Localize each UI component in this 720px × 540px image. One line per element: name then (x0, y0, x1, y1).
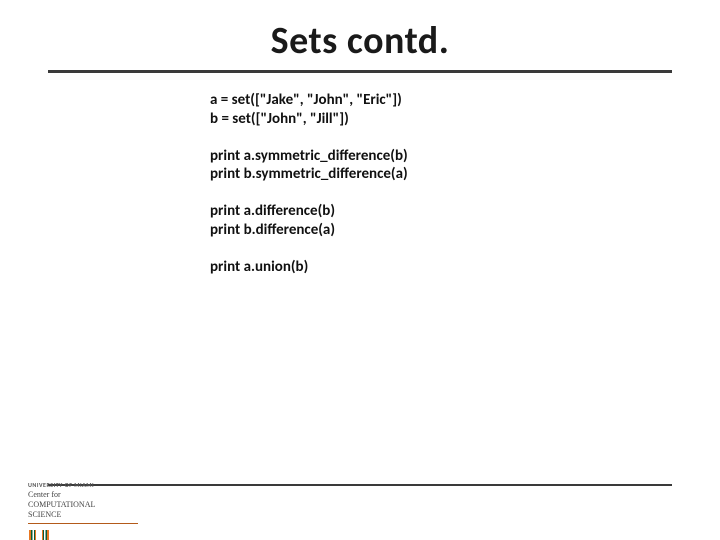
slide: Sets contd. a = set(["Jake", "John", "Er… (0, 18, 720, 540)
code-line: print b.difference(a) (210, 221, 720, 240)
footer-center-line: COMPUTATIONAL (28, 501, 138, 509)
code-line: print a.difference(b) (210, 202, 720, 221)
footer-center-line: Center for (28, 491, 138, 499)
code-block-3: print a.difference(b) print b.difference… (210, 202, 720, 240)
footer-university: UNIVERSITY OF MIAMI (28, 481, 138, 489)
code-content: a = set(["Jake", "John", "Eric"]) b = se… (210, 91, 720, 276)
footer-separator (28, 523, 138, 524)
code-line: print a.symmetric_difference(b) (210, 147, 720, 166)
footer-underline (48, 484, 672, 486)
title-underline (48, 70, 672, 73)
code-block-1: a = set(["Jake", "John", "Eric"]) b = se… (210, 91, 720, 129)
code-line: print b.symmetric_difference(a) (210, 165, 720, 184)
um-u-logo-icon (28, 530, 138, 540)
code-block-2: print a.symmetric_difference(b) print b.… (210, 147, 720, 185)
page-title: Sets contd. (0, 18, 720, 64)
footer: UNIVERSITY OF MIAMI Center for COMPUTATI… (28, 481, 138, 540)
footer-center-line: SCIENCE (28, 511, 138, 519)
code-line: b = set(["John", "Jill"]) (210, 110, 720, 129)
code-block-4: print a.union(b) (210, 258, 720, 277)
code-line: a = set(["Jake", "John", "Eric"]) (210, 91, 720, 110)
code-line: print a.union(b) (210, 258, 720, 277)
